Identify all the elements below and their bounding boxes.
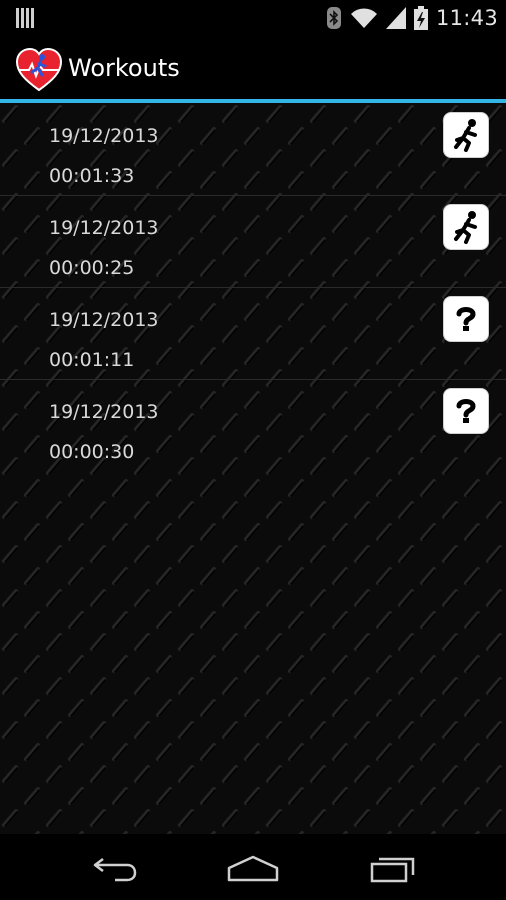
wifi-icon (350, 8, 377, 28)
question-mark-icon (443, 388, 489, 434)
workout-row[interactable]: 19/12/2013 00:01:33 (0, 103, 506, 196)
question-mark-icon (443, 296, 489, 342)
action-bar: Workouts (0, 36, 506, 99)
workout-row[interactable]: 19/12/2013 00:00:30 (0, 379, 506, 471)
signal-icon (385, 7, 406, 29)
navigation-bar (0, 834, 506, 900)
home-icon[interactable] (223, 850, 283, 886)
workout-row[interactable]: 19/12/2013 00:01:11 (0, 287, 506, 380)
clock: 11:43 (435, 6, 498, 30)
workout-row[interactable]: 19/12/2013 00:00:25 (0, 195, 506, 288)
workout-date: 19/12/2013 (49, 401, 159, 423)
recent-apps-icon[interactable] (364, 850, 424, 886)
workout-date: 19/12/2013 (49, 309, 159, 331)
workout-duration: 00:00:25 (49, 257, 135, 279)
page-title: Workouts (68, 54, 180, 82)
running-icon (443, 112, 489, 158)
workout-date: 19/12/2013 (49, 217, 159, 239)
notification-bars-icon (16, 8, 34, 32)
status-bar: 11:43 (0, 0, 506, 36)
heart-runner-app-icon[interactable] (15, 47, 63, 92)
running-icon (443, 204, 489, 250)
workout-duration: 00:00:30 (49, 441, 135, 463)
workout-duration: 00:01:33 (49, 165, 135, 187)
workout-list: 19/12/2013 00:01:33 19/12/2013 00:00:25 … (0, 103, 506, 834)
workout-date: 19/12/2013 (49, 125, 159, 147)
bluetooth-icon (326, 7, 341, 29)
back-icon[interactable] (83, 850, 143, 886)
workout-duration: 00:01:11 (49, 349, 135, 371)
battery-charging-icon (413, 6, 428, 30)
